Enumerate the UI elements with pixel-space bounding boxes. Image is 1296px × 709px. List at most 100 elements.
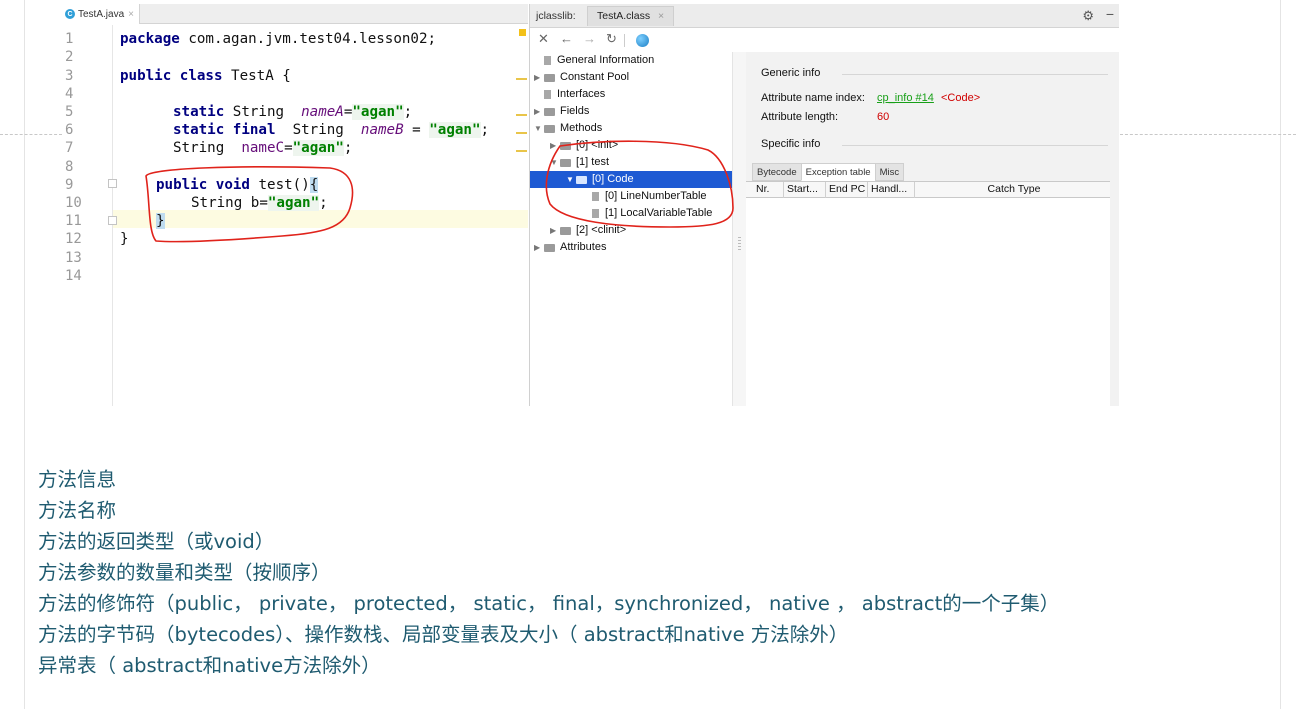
warning-marker[interactable] [516, 150, 527, 152]
warning-marker[interactable] [516, 132, 527, 134]
close-icon[interactable]: × [658, 10, 664, 22]
globe-icon[interactable] [636, 34, 649, 47]
line-number: 1 [65, 31, 74, 47]
attribute-length-label: Attribute length: [761, 111, 839, 123]
tree-item-interfaces[interactable]: Interfaces [534, 86, 605, 103]
line-number: 9 [65, 177, 74, 193]
table-header: Nr. Start... End PC Handl... Catch Type [746, 181, 1110, 198]
divider-right [1120, 134, 1296, 135]
cp-info-link[interactable]: cp_info #14 [877, 92, 934, 104]
code-line: static String nameA="agan"; [173, 104, 413, 120]
expand-arrow-icon[interactable]: ▶ [534, 239, 544, 256]
note-line: 异常表（ abstract和native方法除外） [38, 654, 381, 677]
note-line: 方法的修饰符（public， private， protected， stati… [38, 592, 1060, 615]
collapse-arrow-icon[interactable]: ▼ [550, 154, 560, 171]
jclasslib-toolbar: ✕ ← → ↻ [530, 29, 1119, 51]
warning-indicator[interactable] [519, 29, 526, 36]
code-line: String b="agan"; [191, 195, 328, 211]
line-number-gutter: 1 2 3 4 5 6 7 8 9 10 11 12 13 14 [62, 25, 117, 406]
collapse-arrow-icon[interactable]: ▼ [566, 171, 576, 188]
file-icon [544, 90, 551, 99]
fold-toggle[interactable] [108, 179, 117, 188]
refresh-icon[interactable]: ↻ [606, 32, 617, 46]
tree-item-line-number-table[interactable]: [0] LineNumberTable [592, 188, 707, 205]
folder-icon [544, 124, 555, 133]
expand-arrow-icon[interactable]: ▶ [534, 103, 544, 120]
line-number: 13 [65, 250, 82, 266]
close-icon[interactable]: ✕ [538, 32, 549, 46]
line-number: 3 [65, 68, 74, 84]
code-line: public void test(){ [156, 177, 319, 193]
warning-marker[interactable] [516, 114, 527, 116]
expand-arrow-icon[interactable]: ▶ [534, 69, 544, 86]
code-line: package com.agan.jvm.test04.lesson02; [120, 31, 437, 47]
tree-item-attributes[interactable]: ▶ Attributes [534, 239, 606, 256]
tree-item-methods[interactable]: ▼ Methods [534, 120, 602, 137]
folder-icon [560, 226, 571, 235]
tree-item-label: Methods [560, 122, 603, 134]
tree-item-label: Constant Pool [560, 71, 630, 83]
tab-testa-java[interactable]: C TestA.java × [62, 4, 140, 24]
tree-item-local-variable-table[interactable]: [1] LocalVariableTable [592, 205, 712, 222]
expand-arrow-icon[interactable]: ▶ [550, 137, 560, 154]
close-icon[interactable]: × [128, 9, 134, 20]
tab-label: TestA.java [78, 8, 125, 20]
column-header[interactable]: Catch Type [915, 182, 1110, 198]
note-line: 方法的返回类型（或void） [38, 530, 275, 553]
tab-exception-table[interactable]: Exception table [800, 163, 876, 181]
ide-screenshot: C TestA.java × 1 2 3 4 5 6 7 8 9 10 11 1… [62, 4, 1119, 406]
tree-item-code[interactable]: ▼ [0] Code [530, 171, 732, 188]
tree-item-method-init[interactable]: ▶ [0] <init> [550, 137, 618, 154]
back-arrow-icon[interactable]: ← [560, 32, 573, 46]
minimize-icon[interactable]: − [1106, 6, 1114, 22]
fold-toggle[interactable] [108, 216, 117, 225]
attribute-length-value: 60 [877, 111, 890, 123]
divider-left [0, 134, 62, 135]
tree-item-general-information[interactable]: General Information [534, 52, 654, 69]
attribute-detail-pane: Generic info Attribute name index: cp_in… [746, 52, 1119, 406]
code-line: } [156, 213, 165, 229]
line-number: 14 [65, 268, 82, 284]
code-area[interactable]: package com.agan.jvm.test04.lesson02; pu… [120, 25, 526, 406]
folder-icon [544, 73, 555, 82]
attribute-name-index-label: Attribute name index: [761, 92, 865, 104]
gear-icon[interactable]: ⚙ [1082, 8, 1094, 24]
line-number: 8 [65, 159, 74, 175]
code-line: } [120, 231, 129, 247]
tree-item-fields[interactable]: ▶ Fields [534, 103, 589, 120]
splitter-grip[interactable] [738, 237, 741, 251]
specific-info-title: Specific info [761, 138, 821, 150]
tab-testa-class[interactable]: TestA.class × [587, 6, 674, 26]
tree-item-label: [1] test [576, 156, 610, 168]
column-header[interactable]: End PC [826, 182, 868, 198]
column-header[interactable]: Start... [784, 182, 826, 198]
line-number: 2 [65, 49, 74, 65]
code-editor: C TestA.java × 1 2 3 4 5 6 7 8 9 10 11 1… [62, 4, 528, 406]
pane-splitter[interactable] [732, 52, 746, 406]
tree-item-label: [1] LocalVariableTable [605, 207, 713, 219]
warning-marker[interactable] [516, 78, 527, 80]
column-header[interactable]: Handl... [868, 182, 915, 198]
line-number: 10 [65, 195, 82, 211]
tree-item-label: Fields [560, 105, 590, 117]
forward-arrow-icon[interactable]: → [583, 32, 596, 46]
tab-misc[interactable]: Misc [874, 163, 905, 181]
file-icon [592, 192, 599, 201]
tree-item-label: Attributes [560, 241, 607, 253]
exception-table: Nr. Start... End PC Handl... Catch Type [746, 181, 1110, 406]
tree-item-label: [0] LineNumberTable [605, 190, 707, 202]
tree-item-method-clinit[interactable]: ▶ [2] <clinit> [550, 222, 626, 239]
line-number: 4 [65, 86, 74, 102]
tree-item-constant-pool[interactable]: ▶ Constant Pool [534, 69, 629, 86]
line-number: 5 [65, 104, 74, 120]
column-header[interactable]: Nr. [746, 182, 784, 198]
tree-item-label: [0] Code [592, 173, 634, 185]
specific-info-tabs: Bytecode Exception table Misc [752, 163, 905, 181]
tree-item-method-test[interactable]: ▼ [1] test [550, 154, 609, 171]
collapse-arrow-icon[interactable]: ▼ [534, 120, 544, 137]
expand-arrow-icon[interactable]: ▶ [550, 222, 560, 239]
tree-item-label: General Information [557, 54, 655, 66]
editor-tab-bar: C TestA.java × [62, 4, 528, 24]
section-divider [842, 74, 1108, 75]
tab-bytecode[interactable]: Bytecode [752, 163, 802, 181]
